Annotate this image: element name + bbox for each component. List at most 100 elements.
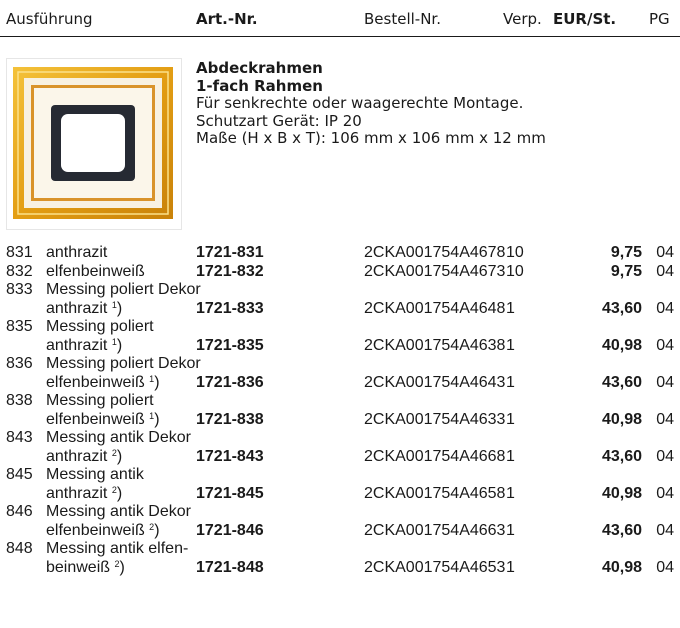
article-number: 1721-835	[196, 336, 264, 354]
footnote-marker: 1	[149, 410, 155, 421]
order-number: 2CKA001754A4668	[364, 447, 506, 465]
col-verp: Verp.	[503, 10, 542, 28]
unit-price: 40,98	[601, 336, 642, 354]
variant-code: 833	[6, 281, 33, 298]
product-title: Abdeckrahmen	[196, 59, 323, 77]
table-row: 833 Messing poliert Dekor anthrazit 1) 1721…	[0, 281, 680, 318]
unit-price: 43,60	[601, 521, 642, 539]
unit-price: 43,60	[601, 299, 642, 317]
packaging-unit: 1	[506, 373, 515, 391]
footnote-marker: 2	[114, 558, 120, 569]
variant-description: anthrazit 2)	[46, 484, 123, 502]
product-detail-protection: Schutzart Gerät: IP 20	[196, 111, 362, 130]
unit-price: 43,60	[601, 373, 642, 391]
product-detail-dimensions: Maße (H x B x T): 106 mm x 106 mm x 12 m…	[196, 129, 546, 147]
unit-price: 9,75	[610, 244, 642, 261]
price-group: 04	[656, 299, 674, 317]
price-group: 04	[656, 410, 674, 428]
unit-price: 40,98	[601, 410, 642, 428]
price-group: 04	[656, 558, 674, 576]
article-number: 1721-832	[196, 262, 264, 280]
article-number: 1721-833	[196, 299, 264, 317]
footnote-marker: 2	[149, 521, 155, 532]
product-subtitle: 1-fach Rahmen	[196, 76, 323, 95]
variant-code: 843	[6, 429, 33, 446]
variant-code: 838	[6, 392, 33, 409]
col-ausfuehrung: Ausführung	[6, 10, 93, 28]
packaging-unit: 10	[506, 262, 524, 280]
variant-description: elfenbeinweiß 1)	[46, 373, 160, 391]
footnote-marker: 2	[111, 484, 117, 495]
product-description: Abdeckrahmen 1-fach Rahmen Für senkrecht…	[196, 59, 546, 148]
article-number: 1721-845	[196, 484, 264, 502]
variant-description: Messing poliert	[46, 318, 154, 335]
table-row: 846 Messing antik Dekor elfenbeinweiß 2) 17…	[0, 503, 680, 540]
unit-price: 9,75	[610, 262, 642, 280]
price-group: 04	[656, 521, 674, 539]
table-row: 843 Messing antik Dekor anthrazit 2) 1721-8…	[0, 429, 680, 466]
article-number: 1721-831	[196, 244, 264, 261]
table-row: 845 Messing antik anthrazit 2) 1721-845 2CKA…	[0, 466, 680, 503]
variant-code: 836	[6, 355, 33, 372]
variant-code: 846	[6, 503, 33, 520]
order-number: 2CKA001754A4648	[364, 299, 506, 317]
variant-description: anthrazit 1)	[46, 299, 123, 317]
variant-description: Messing antik elfen-	[46, 540, 189, 557]
table-row: 838 Messing poliert elfenbeinweiß 1) 1721-8…	[0, 392, 680, 429]
variant-description: Messing poliert	[46, 392, 154, 409]
order-number: 2CKA001754A4643	[364, 373, 506, 391]
article-number: 1721-836	[196, 373, 264, 391]
col-art-nr: Art.-Nr.	[196, 10, 258, 28]
table-row: 836 Messing poliert Dekor elfenbeinweiß 1)…	[0, 355, 680, 392]
packaging-unit: 1	[506, 484, 515, 502]
product-image	[6, 58, 182, 230]
article-number: 1721-843	[196, 447, 264, 465]
article-number: 1721-838	[196, 410, 264, 428]
variant-description: Messing antik	[46, 466, 144, 483]
table-header: Ausführung Art.-Nr. Bestell-Nr. Verp. EU…	[0, 0, 680, 37]
variant-description: anthrazit	[46, 244, 108, 261]
col-pg: PG	[649, 10, 670, 28]
packaging-unit: 10	[506, 244, 524, 261]
variant-code: 835	[6, 318, 33, 335]
footnote-marker: 2	[111, 447, 117, 458]
packaging-unit: 1	[506, 558, 515, 576]
col-eur: EUR/St.	[553, 10, 617, 28]
unit-price: 40,98	[601, 484, 642, 502]
price-group: 04	[656, 244, 674, 261]
variant-description: anthrazit 1)	[46, 336, 123, 354]
packaging-unit: 1	[506, 521, 515, 539]
variant-description: elfenbeinweiß 2)	[46, 521, 160, 539]
product-table: 831 anthrazit 1721-831 2CKA001754A4678 10 9,7…	[0, 244, 680, 577]
table-row: 835 Messing poliert anthrazit 1) 1721-835 2C…	[0, 318, 680, 355]
variant-code: 831	[6, 244, 33, 261]
price-group: 04	[656, 447, 674, 465]
variant-description: anthrazit 2)	[46, 447, 123, 465]
price-group: 04	[656, 484, 674, 502]
article-number: 1721-846	[196, 521, 264, 539]
col-bestell-nr: Bestell-Nr.	[364, 10, 441, 28]
variant-description: elfenbeinweiß 1)	[46, 410, 160, 428]
footnote-marker: 1	[111, 299, 117, 310]
order-number: 2CKA001754A4638	[364, 336, 506, 354]
price-group: 04	[656, 373, 674, 391]
frame-illustration	[13, 67, 173, 219]
order-number: 2CKA001754A4673	[364, 262, 506, 280]
packaging-unit: 1	[506, 336, 515, 354]
variant-code: 832	[6, 262, 33, 280]
variant-description: elfenbeinweiß	[46, 262, 145, 280]
variant-code: 845	[6, 466, 33, 483]
price-group: 04	[656, 336, 674, 354]
table-row: 832 elfenbeinweiß 1721-832 2CKA001754A4673 1…	[0, 263, 680, 282]
variant-description: Messing antik Dekor	[46, 429, 191, 446]
variant-description: Messing antik Dekor	[46, 503, 191, 520]
unit-price: 43,60	[601, 447, 642, 465]
unit-price: 40,98	[601, 558, 642, 576]
variant-code: 848	[6, 540, 33, 557]
price-group: 04	[656, 262, 674, 280]
order-number: 2CKA001754A4658	[364, 484, 506, 502]
table-row: 831 anthrazit 1721-831 2CKA001754A4678 10 9,7…	[0, 244, 680, 263]
variant-description: Messing poliert Dekor	[46, 281, 201, 298]
variant-description: Messing poliert Dekor	[46, 355, 201, 372]
variant-description: beinweiß 2)	[46, 558, 125, 576]
